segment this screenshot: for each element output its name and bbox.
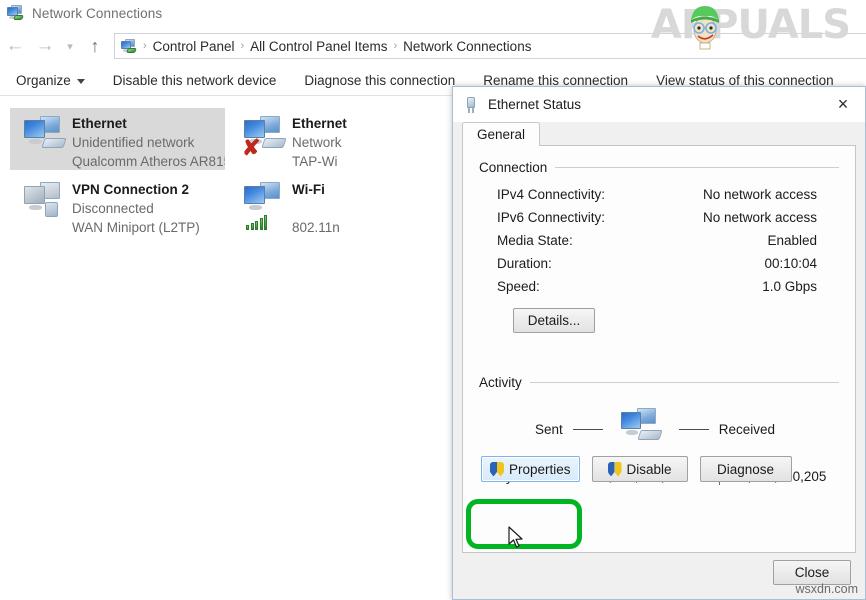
ipv4-connectivity-value: No network access	[687, 183, 839, 206]
window-title: Network Connections	[32, 6, 162, 21]
list-item-text: Ethernet Unidentified network Qualcomm A…	[72, 112, 225, 170]
media-state-value: Enabled	[687, 229, 839, 252]
breadcrumb[interactable]: › Control Panel › All Control Panel Item…	[114, 33, 866, 59]
activity-group-label: Activity	[479, 375, 522, 390]
ethernet-adapter-disconnected-icon: ✘	[236, 112, 292, 166]
breadcrumb-item-network-connections[interactable]: Network Connections	[399, 39, 535, 54]
speed-label: Speed:	[497, 275, 687, 298]
media-state-label: Media State:	[497, 229, 687, 252]
breadcrumb-separator: ›	[238, 40, 246, 52]
forward-arrow-icon[interactable]: →	[30, 31, 60, 61]
breadcrumb-item-all-control-panel-items[interactable]: All Control Panel Items	[246, 39, 391, 54]
connection-adapter: Qualcomm Atheros AR815...	[72, 154, 225, 169]
connection-name: Ethernet	[292, 116, 347, 131]
received-label: Received	[719, 422, 775, 437]
disable-network-device-button[interactable]: Disable this network device	[99, 73, 291, 88]
tab-general[interactable]: General	[462, 122, 540, 146]
uac-shield-icon	[490, 462, 504, 477]
group-divider	[530, 382, 839, 383]
general-tab-panel: Connection IPv4 Connectivity: No network…	[462, 146, 856, 553]
screenshot-root: Network Connections ← → ▾ ↑ › Control Pa…	[0, 0, 866, 600]
activity-diagram: Sent Received	[479, 406, 839, 452]
row-ipv4-connectivity: IPv4 Connectivity: No network access	[479, 183, 839, 206]
list-item-text: Wi-Fi 802.11n	[292, 178, 340, 236]
connection-name: VPN Connection 2	[72, 182, 189, 197]
list-item-text: Ethernet Network TAP-Wi	[292, 112, 347, 170]
up-arrow-icon[interactable]: ↑	[80, 31, 110, 61]
connection-adapter: WAN Miniport (L2TP)	[72, 220, 200, 235]
duration-value: 00:10:04	[687, 252, 839, 275]
organize-menu-button[interactable]: Organize	[0, 73, 99, 88]
diagnose-connection-button[interactable]: Diagnose this connection	[290, 73, 469, 88]
dialog-titlebar: Ethernet Status ×	[453, 87, 865, 122]
details-button[interactable]: Details...	[513, 308, 595, 333]
site-watermark: wsxdn.com	[795, 582, 858, 596]
connection-adapter: TAP-Wi	[292, 154, 338, 169]
connection-status: Unidentified network	[72, 135, 194, 150]
dialog-tabstrip: General	[462, 122, 856, 146]
activity-group-header: Activity	[479, 375, 839, 390]
wifi-adapter-icon	[236, 178, 292, 232]
list-item-text: VPN Connection 2 Disconnected WAN Minipo…	[72, 178, 200, 236]
connection-group-label: Connection	[479, 160, 547, 175]
group-divider	[555, 167, 839, 168]
received-line	[679, 429, 709, 430]
row-ipv6-connectivity: IPv6 Connectivity: No network access	[479, 206, 839, 229]
speed-value: 1.0 Gbps	[687, 275, 839, 298]
mouse-pointer-icon	[508, 526, 525, 550]
network-transfer-icon	[613, 406, 669, 452]
properties-label: Properties	[509, 462, 571, 477]
row-speed: Speed: 1.0 Gbps	[479, 275, 839, 298]
connection-name: Wi-Fi	[292, 182, 325, 197]
breadcrumb-separator: ›	[391, 40, 399, 52]
list-item-wifi[interactable]: Wi-Fi 802.11n	[230, 174, 445, 236]
dialog-action-buttons: Properties Disable Diagnose	[481, 456, 792, 482]
back-arrow-icon[interactable]: ←	[0, 31, 30, 61]
ipv4-connectivity-label: IPv4 Connectivity:	[497, 183, 687, 206]
row-duration: Duration: 00:10:04	[479, 252, 839, 275]
window-titlebar: Network Connections	[0, 0, 866, 26]
organize-label: Organize	[16, 73, 71, 88]
connection-adapter: 802.11n	[292, 220, 340, 235]
list-item-ethernet-tap[interactable]: ✘ Ethernet Network TAP-Wi	[230, 108, 445, 170]
network-plug-icon	[463, 96, 479, 114]
address-bar-icon	[120, 38, 137, 55]
ethernet-adapter-icon	[16, 112, 72, 166]
disable-button[interactable]: Disable	[592, 456, 688, 482]
sent-label: Sent	[535, 422, 563, 437]
chevron-down-icon	[77, 79, 85, 84]
connection-status	[292, 201, 296, 216]
address-bar: ← → ▾ ↑ › Control Panel › All Control Pa…	[0, 28, 866, 64]
recent-locations-chevron-icon[interactable]: ▾	[60, 31, 80, 61]
uac-shield-icon	[608, 462, 622, 477]
connection-status: Disconnected	[72, 201, 154, 216]
wifi-signal-icon	[246, 214, 269, 230]
vpn-connection-icon	[16, 178, 72, 232]
list-item-ethernet[interactable]: Ethernet Unidentified network Qualcomm A…	[10, 108, 225, 170]
connection-name: Ethernet	[72, 116, 127, 131]
breadcrumb-separator: ›	[141, 40, 149, 52]
ipv6-connectivity-label: IPv6 Connectivity:	[497, 206, 687, 229]
connection-group-header: Connection	[479, 160, 839, 175]
dialog-title: Ethernet Status	[488, 97, 581, 112]
disable-label: Disable	[627, 462, 672, 477]
close-icon[interactable]: ×	[821, 87, 865, 122]
diagnose-button[interactable]: Diagnose	[700, 456, 792, 482]
dialog-body: General Connection IPv4 Connectivity: No…	[462, 122, 856, 553]
sent-line	[573, 429, 603, 430]
row-media-state: Media State: Enabled	[479, 229, 839, 252]
properties-button[interactable]: Properties	[481, 456, 580, 482]
list-item-vpn-connection-2[interactable]: VPN Connection 2 Disconnected WAN Minipo…	[10, 174, 225, 236]
connection-status: Network	[292, 135, 342, 150]
breadcrumb-item-control-panel[interactable]: Control Panel	[149, 39, 239, 54]
duration-label: Duration:	[497, 252, 687, 275]
ethernet-status-dialog: Ethernet Status × General Connection IPv…	[452, 86, 866, 600]
disconnected-x-icon: ✘	[242, 137, 260, 159]
ipv6-connectivity-value: No network access	[687, 206, 839, 229]
network-connections-icon	[6, 4, 24, 22]
